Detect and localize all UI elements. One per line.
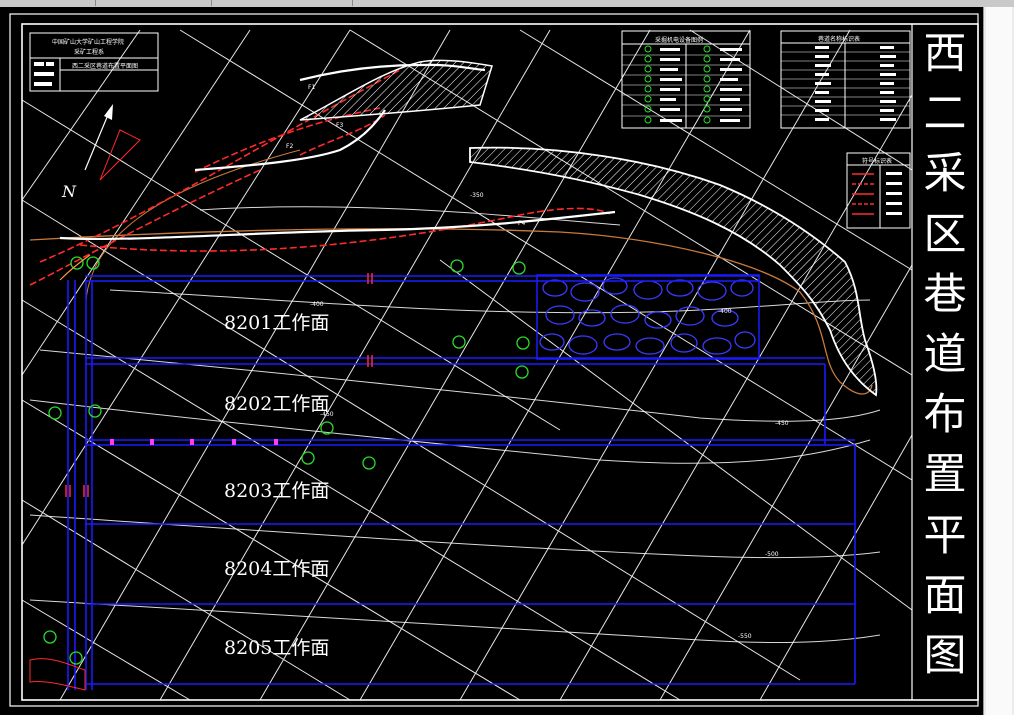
contour-label: -350 [470, 192, 484, 199]
title-char: 布 [923, 390, 967, 441]
title-char: 面 [923, 570, 967, 621]
working-face-8201: 8201工作面 [224, 312, 330, 334]
contour-label: -450 [775, 420, 789, 427]
hatched-outcrop-top [299, 59, 493, 121]
title-block-line3: 西二采区巷道布置平面图 [72, 63, 139, 70]
contour-label: -500 [765, 551, 779, 558]
legend-equipment-title: 采掘机电设备图例 [655, 37, 704, 44]
title-char: 巷 [923, 269, 967, 320]
title-char: 平 [923, 510, 967, 561]
contour-label: -400 [310, 301, 324, 308]
north-label: N [62, 182, 76, 201]
working-face-8204: 8204工作面 [224, 558, 330, 580]
fault-label: F3 [336, 122, 344, 129]
working-face-8203: 8203工作面 [224, 480, 330, 502]
legend-roadway-title: 巷道名称标识表 [818, 36, 861, 43]
contour-label: -400 [718, 308, 732, 315]
drawing-title: 西 二 采 区 巷 道 布 置 平 面 图 [916, 30, 974, 680]
working-face-8202: 8202工作面 [224, 393, 330, 415]
title-char: 二 [923, 89, 967, 140]
legend-symbols-title: 符号标识表 [862, 158, 893, 165]
title-char: 图 [923, 630, 967, 681]
mine-plan-drawing [9, 13, 979, 707]
title-char: 西 [923, 29, 967, 79]
title-block-line1: 中国矿山大学矿山工程学院 [52, 39, 125, 46]
fault-label: F1 [308, 84, 316, 91]
title-block-line2: 采矿工程系 [74, 49, 105, 56]
scrollbar-track[interactable] [986, 7, 1012, 715]
title-char: 道 [923, 329, 967, 380]
fault-label: F4 [518, 220, 526, 227]
title-char: 区 [923, 209, 967, 260]
vertical-scrollbar[interactable] [983, 7, 1014, 715]
fault-label: F2 [286, 143, 294, 150]
working-face-8205: 8205工作面 [224, 637, 330, 659]
contour-label: -550 [738, 633, 752, 640]
title-char: 采 [923, 149, 967, 200]
title-char: 置 [923, 450, 967, 501]
